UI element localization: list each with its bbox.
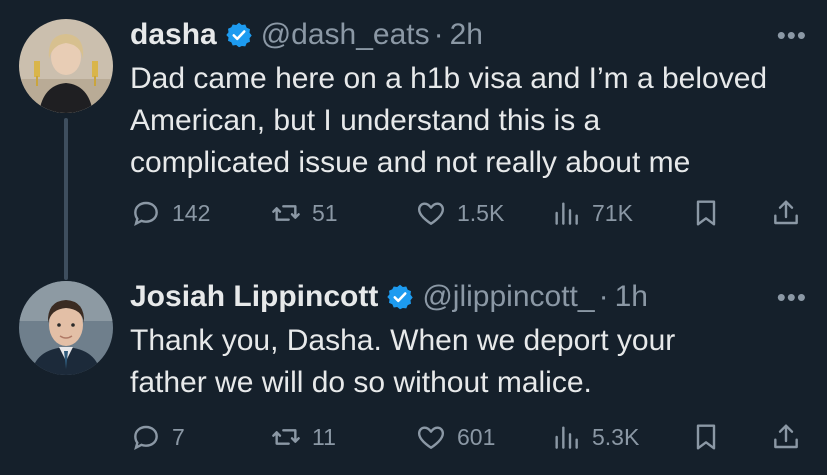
- heart-icon: [417, 426, 445, 449]
- timestamp[interactable]: 1h: [615, 280, 648, 314]
- reply-count: 7: [172, 423, 185, 450]
- like-button[interactable]: 601: [415, 417, 495, 457]
- reply-icon: [134, 201, 158, 226]
- user-handle[interactable]: @dash_eats: [261, 18, 430, 52]
- bookmark-icon: [696, 424, 716, 450]
- like-button[interactable]: 1.5K: [415, 193, 504, 233]
- tweet-text-line: complicated issue and not really about m…: [130, 146, 691, 179]
- tweet[interactable]: dasha @dash_eats · 2h ••• Dad came here …: [0, 0, 827, 280]
- display-name[interactable]: dasha: [130, 18, 217, 52]
- tweet-actions: 7 11 601 5.3K: [130, 417, 827, 457]
- views-count: 5.3K: [592, 423, 640, 450]
- tweet-text-line: father we will do so without malice.: [130, 366, 592, 399]
- timestamp[interactable]: 2h: [450, 18, 483, 52]
- bookmark-button[interactable]: [690, 193, 722, 233]
- thread-connector-line: [64, 118, 68, 280]
- tweet-text: Dad came here on a h1b visa and I’m a be…: [130, 58, 810, 184]
- repost-button[interactable]: 51: [270, 193, 338, 233]
- share-button[interactable]: [770, 193, 802, 233]
- tweet-text: Thank you, Dasha. When we deport your fa…: [130, 320, 810, 404]
- tweet-text-line: American, but I understand this is a: [130, 104, 601, 137]
- repost-count: 51: [312, 199, 338, 226]
- views-icon: [555, 202, 578, 225]
- bookmark-button[interactable]: [690, 417, 722, 457]
- avatar[interactable]: [19, 19, 113, 113]
- avatar[interactable]: [19, 281, 113, 375]
- more-options-icon[interactable]: •••: [777, 20, 807, 51]
- views-count: 71K: [592, 199, 633, 226]
- views-button[interactable]: 71K: [550, 193, 633, 233]
- repost-button[interactable]: 11: [270, 417, 336, 457]
- repost-icon: [272, 205, 300, 221]
- reply-button[interactable]: 7: [130, 417, 185, 457]
- tweet[interactable]: Josiah Lippincott @jlippincott_ · 1h •••…: [0, 262, 827, 475]
- like-count: 1.5K: [457, 199, 505, 226]
- verified-badge-icon: [225, 21, 253, 49]
- tweet-header: Josiah Lippincott @jlippincott_ · 1h: [130, 280, 648, 314]
- separator-dot: ·: [433, 18, 444, 51]
- like-count: 601: [457, 423, 496, 450]
- tweet-actions: 142 51 1.5K 71K: [130, 193, 827, 233]
- repost-icon: [272, 429, 300, 445]
- display-name[interactable]: Josiah Lippincott: [130, 280, 378, 314]
- tweet-text-line: Thank you, Dasha. When we deport your: [130, 324, 676, 357]
- share-icon: [774, 200, 798, 225]
- verified-badge-icon: [386, 283, 414, 311]
- user-handle[interactable]: @jlippincott_: [422, 280, 594, 314]
- reply-button[interactable]: 142: [130, 193, 210, 233]
- share-icon: [774, 424, 798, 449]
- share-button[interactable]: [770, 417, 802, 457]
- tweet-header: dasha @dash_eats · 2h: [130, 18, 483, 52]
- reply-icon: [134, 425, 158, 450]
- tweet-text-line: Dad came here on a h1b visa and I’m a be…: [130, 62, 768, 95]
- heart-icon: [417, 202, 445, 225]
- bookmark-icon: [696, 200, 716, 226]
- more-options-icon[interactable]: •••: [777, 282, 807, 313]
- separator-dot: ·: [598, 280, 609, 313]
- views-button[interactable]: 5.3K: [550, 417, 639, 457]
- views-icon: [555, 426, 578, 449]
- reply-count: 142: [172, 199, 211, 226]
- repost-count: 11: [312, 423, 336, 450]
